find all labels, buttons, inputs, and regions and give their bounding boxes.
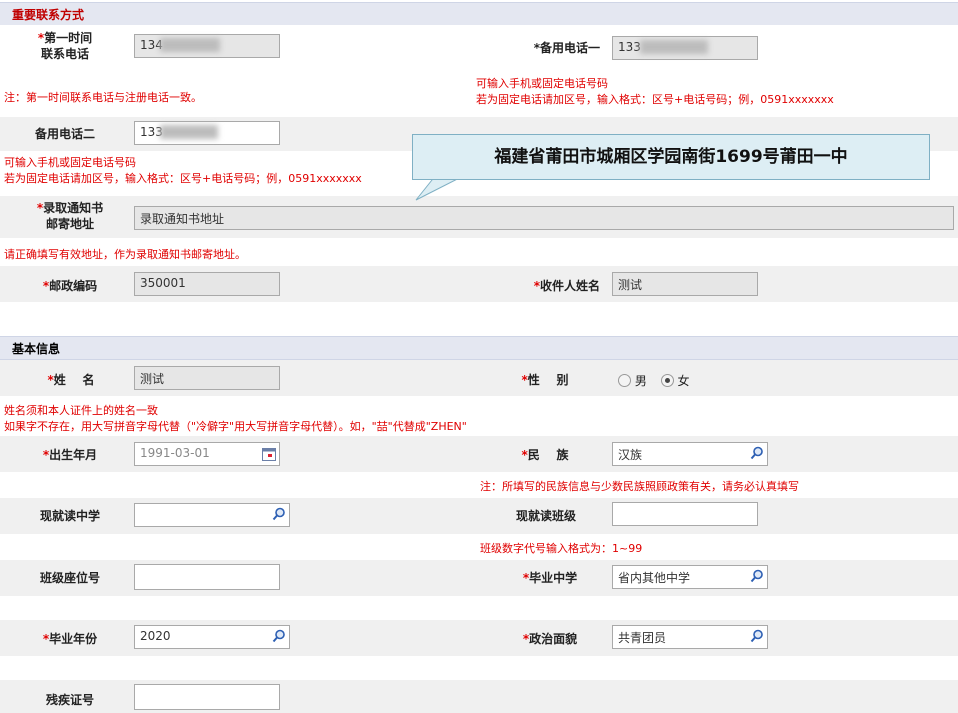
postcode-input[interactable]: 350001 xyxy=(134,272,280,296)
class-input[interactable] xyxy=(612,502,758,526)
seat-label: 班级座位号 xyxy=(39,571,100,585)
section-title: 基本信息 xyxy=(12,342,61,356)
section-header-basic: 基本信息 xyxy=(0,336,958,360)
address-label: *录取通知书 邮寄地址 xyxy=(36,201,104,231)
address-callout: 福建省莆田市城厢区学园南街1699号莆田一中 xyxy=(412,134,930,180)
political-label: *政治面貌 xyxy=(522,632,578,646)
grad-school-input[interactable]: 省内其他中学 xyxy=(612,565,768,589)
search-icon[interactable] xyxy=(272,629,286,643)
gender-radio-male[interactable] xyxy=(618,374,631,387)
redaction xyxy=(160,38,220,52)
phone2-label: 备用电话二 xyxy=(34,127,95,141)
receiver-label: *收件人姓名 xyxy=(533,279,600,293)
ethnic-input[interactable]: 汉族 xyxy=(612,442,768,466)
note-class: 班级数字代号输入格式为：1~99 xyxy=(480,542,643,555)
birth-input[interactable]: 1991-03-01 xyxy=(134,442,280,466)
receiver-input[interactable]: 测试 xyxy=(612,272,758,296)
gender-label: *性 别 xyxy=(521,373,569,387)
disability-input[interactable] xyxy=(134,684,280,710)
search-icon[interactable] xyxy=(272,507,286,521)
ethnic-label: *民 族 xyxy=(521,448,569,462)
phone1-label: *第一时间 联系电话 xyxy=(37,31,93,61)
gender-radio-group: 男 女 xyxy=(618,372,690,389)
name-input[interactable]: 测试 xyxy=(134,366,280,390)
phone-main-label: *备用电话一 xyxy=(533,41,600,55)
note-main-1: 可输入手机或固定电话号码 xyxy=(476,77,608,90)
note-phone2-2: 若为固定电话请加区号，输入格式：区号+电话号码；例，0591xxxxxxx xyxy=(4,172,362,185)
note-name-1: 姓名须和本人证件上的姓名一致 xyxy=(4,404,158,417)
search-icon[interactable] xyxy=(750,446,764,460)
search-icon[interactable] xyxy=(750,629,764,643)
class-label: 现就读班级 xyxy=(515,509,576,523)
name-label: *姓 名 xyxy=(47,373,95,387)
section-header-contact: 重要联系方式 xyxy=(0,2,958,26)
gender-option-male: 男 xyxy=(634,374,647,388)
search-icon[interactable] xyxy=(750,569,764,583)
political-input[interactable]: 共青团员 xyxy=(612,625,768,649)
grad-year-label: *毕业年份 xyxy=(42,632,98,646)
school-label: 现就读中学 xyxy=(39,509,100,523)
seat-input[interactable] xyxy=(134,564,280,590)
note-name-2: 如果字不存在，用大写拼音字母代替（"冷僻字"用大写拼音字母代替）。如，"喆"代替… xyxy=(4,420,467,433)
note-phone2-1: 可输入手机或固定电话号码 xyxy=(4,156,136,169)
redaction xyxy=(160,125,218,139)
grad-school-label: *毕业中学 xyxy=(522,571,578,585)
address-input[interactable]: 录取通知书地址 xyxy=(134,206,954,230)
note-ethnic: 注：所填写的民族信息与少数民族照顾政策有关，请务必认真填写 xyxy=(480,480,799,493)
note-address: 请正确填写有效地址，作为录取通知书邮寄地址。 xyxy=(4,248,246,261)
school-input[interactable] xyxy=(134,503,290,527)
gender-option-female: 女 xyxy=(677,374,690,388)
gender-radio-female[interactable] xyxy=(660,374,674,387)
birth-label: *出生年月 xyxy=(42,448,98,462)
postcode-label: *邮政编码 xyxy=(42,279,98,293)
calendar-icon[interactable] xyxy=(262,447,276,461)
grad-year-input[interactable]: 2020 xyxy=(134,625,290,649)
disability-label: 残疾证号 xyxy=(45,693,94,707)
note-main-2: 若为固定电话请加区号，输入格式：区号+电话号码；例，0591xxxxxxx xyxy=(476,93,834,106)
note-phone1: 注：第一时间联系电话与注册电话一致。 xyxy=(4,91,202,104)
redaction xyxy=(640,40,708,54)
section-title: 重要联系方式 xyxy=(12,8,85,22)
